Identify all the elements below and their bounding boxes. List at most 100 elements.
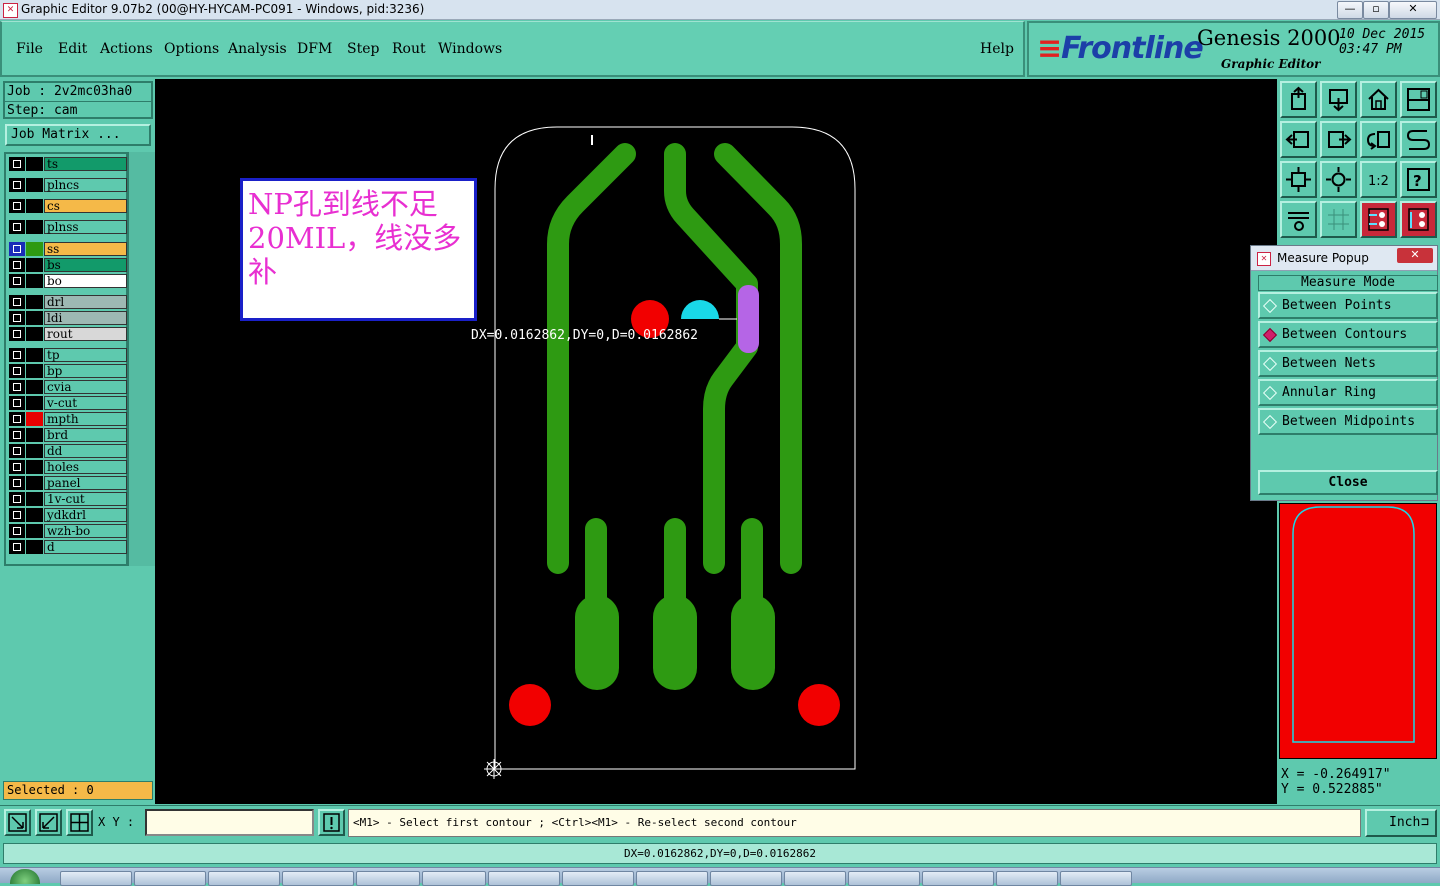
layer-name[interactable]: dd [44,444,127,458]
layer-row[interactable]: brd [9,428,127,442]
taskbar-button[interactable] [488,871,560,886]
layer-name[interactable]: d [44,540,127,554]
layer-row[interactable]: bp [9,364,127,378]
layer-name[interactable]: panel [44,476,127,490]
taskbar-button[interactable] [422,871,486,886]
option-between-nets[interactable]: Between Nets [1258,350,1438,377]
layer-checkbox[interactable] [9,364,25,378]
menu-dfm[interactable]: DFM [297,41,332,57]
layer-checkbox[interactable] [9,311,25,325]
layer-checkbox[interactable] [9,396,25,410]
layer-checkbox[interactable] [9,258,25,272]
job-matrix-button[interactable]: Job Matrix ... [5,124,151,146]
layer-checkbox[interactable] [9,428,25,442]
layer-row[interactable]: bs [9,258,127,272]
measure-close-button[interactable]: Close [1258,470,1438,495]
layer-checkbox[interactable] [9,476,25,490]
snap-toggle-icon[interactable] [1400,201,1437,238]
layer-checkbox[interactable] [9,460,25,474]
layer-checkbox[interactable] [9,412,25,426]
layer-name[interactable]: ydkdrl [44,508,127,522]
layer-checkbox[interactable] [9,348,25,362]
layer-row[interactable]: plncs [9,178,127,192]
arrow-right-icon[interactable] [1320,121,1357,158]
taskbar-button[interactable] [784,871,846,886]
select-tool-icon[interactable] [4,809,31,836]
layer-row[interactable]: drl [9,295,127,309]
layer-checkbox[interactable] [9,380,25,394]
layer-row[interactable]: 1v-cut [9,492,127,506]
layer-checkbox[interactable] [9,524,25,538]
zoom-tool-icon[interactable] [35,809,62,836]
layer-row[interactable]: v-cut [9,396,127,410]
layer-row[interactable]: cvia [9,380,127,394]
taskbar-button[interactable] [562,871,634,886]
layer-name[interactable]: bp [44,364,127,378]
layer-name[interactable]: ss [44,242,127,256]
layer-name[interactable]: v-cut [44,396,127,410]
measure-popup-close-x[interactable]: ✕ [1397,248,1433,263]
layer-row[interactable]: ss [9,242,127,256]
layer-checkbox[interactable] [9,327,25,341]
layer-list-scrollbar[interactable] [128,152,155,566]
layer-checkbox[interactable] [9,492,25,506]
fit-icon[interactable] [1280,161,1317,198]
layer-row[interactable]: dd [9,444,127,458]
menu-file[interactable]: File [16,41,43,57]
layer-row[interactable]: ts [9,157,127,171]
xy-input[interactable] [145,809,314,836]
layer-row[interactable]: ldi [9,311,127,325]
layer-row[interactable]: panel [9,476,127,490]
alert-icon[interactable] [318,809,345,836]
zoom-center-icon[interactable] [1320,161,1357,198]
option-between-contours[interactable]: Between Contours [1258,321,1438,348]
layer-row[interactable]: ydkdrl [9,508,127,522]
tool-settings-icon[interactable] [1280,201,1317,238]
layer-row[interactable]: rout [9,327,127,341]
layer-name[interactable]: drl [44,295,127,309]
layer-row[interactable]: holes [9,460,127,474]
layer-checkbox[interactable] [9,274,25,288]
arrow-left-icon[interactable] [1280,121,1317,158]
layer-name[interactable]: ts [44,157,127,171]
layer-checkbox[interactable] [9,444,25,458]
taskbar-button[interactable] [282,871,354,886]
layer-name[interactable]: bo [44,274,127,288]
layer-checkbox[interactable] [9,295,25,309]
taskbar-button[interactable] [636,871,708,886]
home-down-icon[interactable] [1320,81,1357,118]
layer-checkbox[interactable] [9,242,25,256]
taskbar-button[interactable] [1060,871,1132,886]
snap-red-icon[interactable] [1360,201,1397,238]
layer-row[interactable]: mpth [9,412,127,426]
layer-checkbox[interactable] [9,157,25,171]
layer-name[interactable]: holes [44,460,127,474]
layer-checkbox[interactable] [9,508,25,522]
layer-name[interactable]: wzh-bo [44,524,127,538]
layer-row[interactable]: wzh-bo [9,524,127,538]
layer-row[interactable]: plnss [9,220,127,234]
taskbar-button[interactable] [60,871,132,886]
layer-name[interactable]: tp [44,348,127,362]
menu-actions[interactable]: Actions [100,41,153,57]
unit-selector[interactable]: Inch ⊐ [1365,809,1437,837]
menu-help[interactable]: Help [980,41,1014,57]
menu-step[interactable]: Step [347,41,379,57]
option-between-midpoints[interactable]: Between Midpoints [1258,408,1438,435]
redo-icon[interactable] [1400,121,1437,158]
undo-icon[interactable] [1360,121,1397,158]
scale-1-2-icon[interactable]: 1:2 [1360,161,1397,198]
layer-checkbox[interactable] [9,220,25,234]
taskbar-button[interactable] [710,871,782,886]
menu-edit[interactable]: Edit [58,41,87,57]
option-annular-ring[interactable]: Annular Ring [1258,379,1438,406]
house-icon[interactable] [1360,81,1397,118]
layer-checkbox[interactable] [9,540,25,554]
layer-row[interactable]: d [9,540,127,554]
maximize-button[interactable]: ▫ [1363,1,1389,19]
start-orb-icon[interactable] [10,869,40,884]
home-up-icon[interactable] [1280,81,1317,118]
layer-name[interactable]: plnss [44,220,127,234]
layer-name[interactable]: cs [44,199,127,213]
layer-checkbox[interactable] [9,178,25,192]
